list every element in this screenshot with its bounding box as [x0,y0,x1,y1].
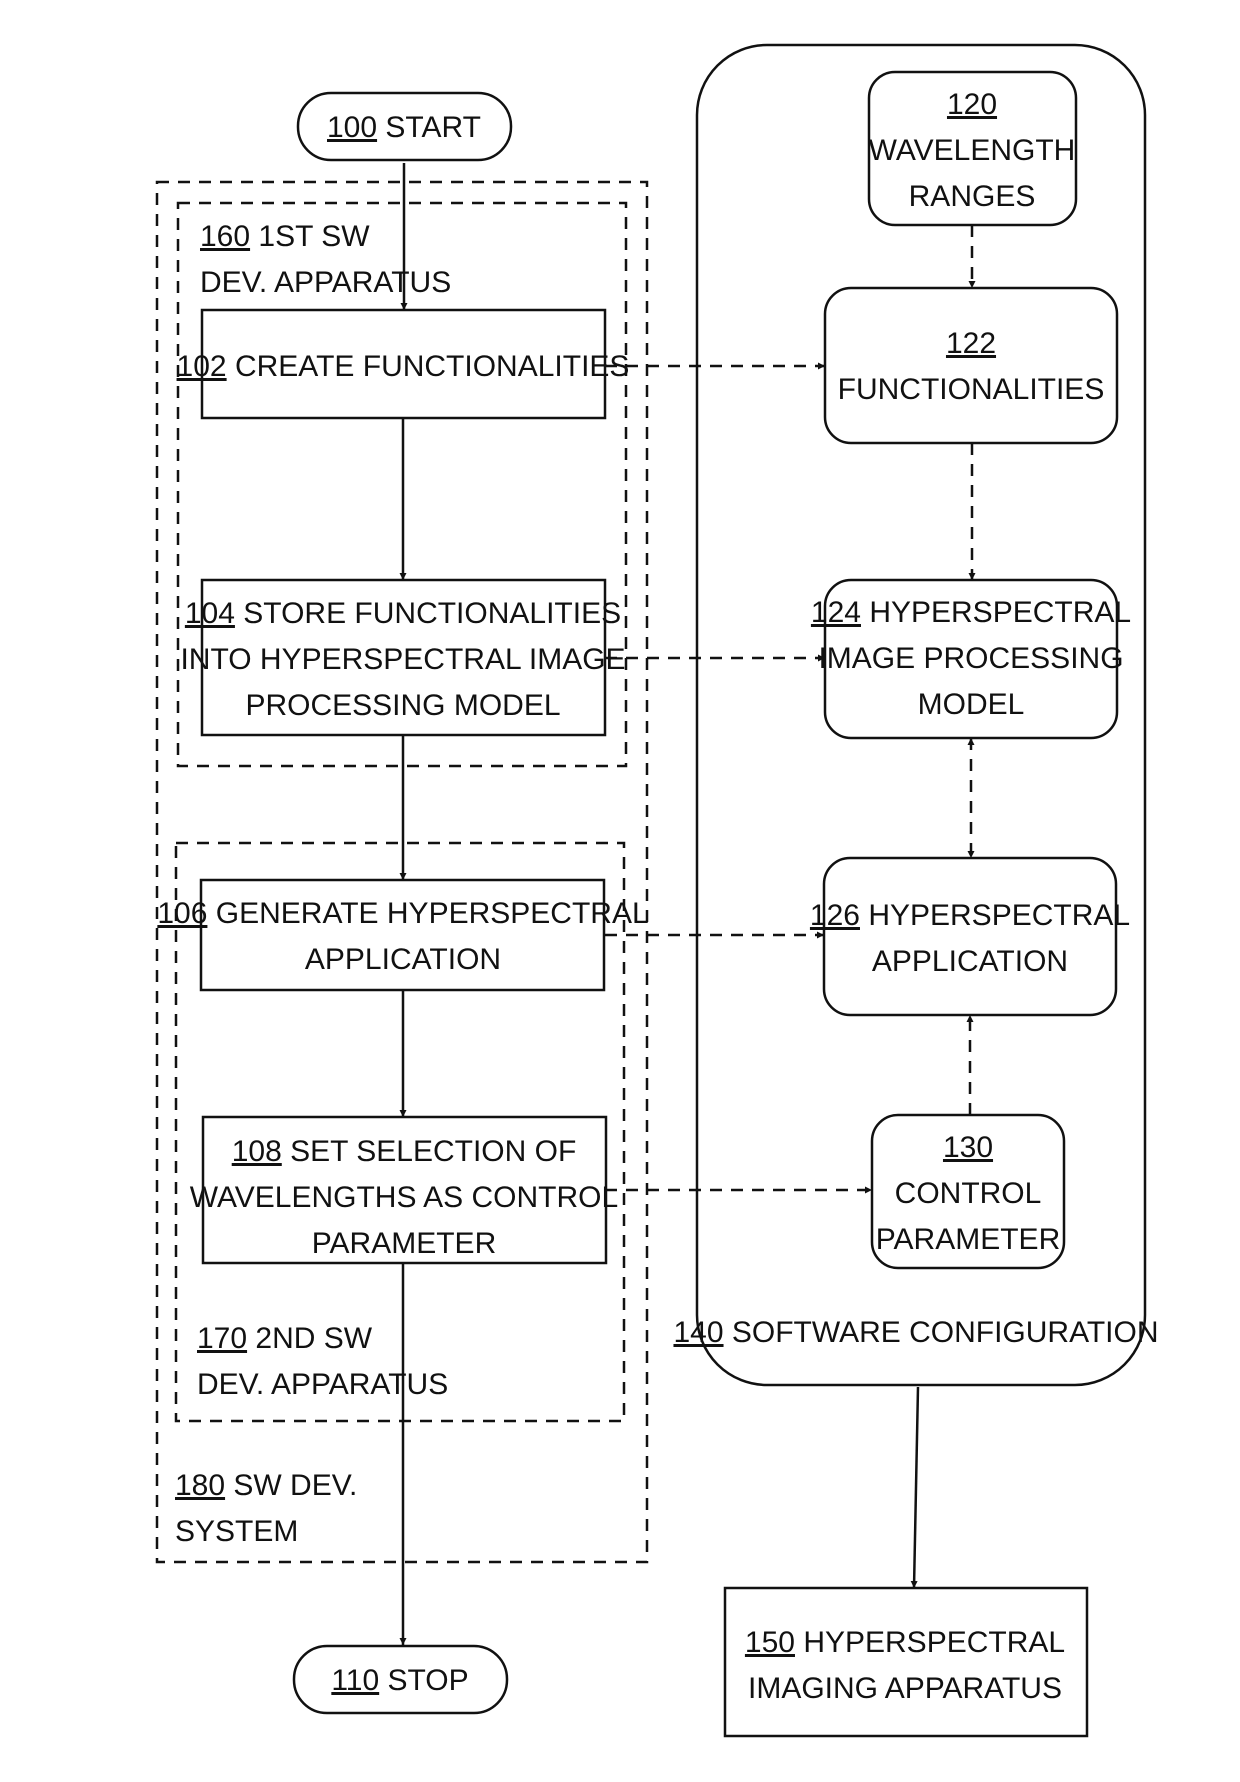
step-106-label-ref: 106 [157,897,207,930]
step-104-label-line: INTO HYPERSPECTRAL IMAGE [180,643,625,676]
step-108-label-line: WAVELENGTHS AS CONTROL [190,1181,618,1214]
item-130-label-line: CONTROL [895,1177,1042,1210]
step-102-label-line: 102 CREATE FUNCTIONALITIES [177,350,630,383]
apparatus-150-label-line: 150 HYPERSPECTRAL [745,1626,1065,1659]
step-106-label-line: APPLICATION [305,943,501,976]
item-122-box [823,286,1119,445]
start-text: START [385,111,481,144]
software-configuration-label-line: 140 SOFTWARE CONFIGURATION [673,1316,1158,1349]
start-label: 100 START [327,111,481,144]
item-126-box [822,856,1118,1017]
item-120-label-line: RANGES [909,180,1036,213]
step-106-label-line: 106 GENERATE HYPERSPECTRAL [157,897,648,930]
item-124-label-line: MODEL [918,688,1025,721]
item-126-label-line: APPLICATION [872,945,1068,978]
start-ref: 100 [327,111,377,144]
group-160-label: 160 1ST SW DEV. APPARATUS [200,220,451,299]
stop-ref: 110 [331,1664,379,1697]
step-104-label-ref: 104 [185,597,235,630]
group-180-label-line: SYSTEM [175,1515,298,1548]
group-180-label: 180 SW DEV. SYSTEM [175,1469,357,1548]
item-130-label-line: 130 [943,1131,993,1164]
step-102-label-ref: 102 [177,350,227,383]
flowchart-canvas: 100 START 110 STOP 102 CREATE FUNCTIONAL… [155,43,1159,1738]
step-108-label-ref: 108 [232,1135,282,1168]
apparatus-150-label-line: IMAGING APPARATUS [748,1672,1062,1705]
item-124-label-line: IMAGE PROCESSING [818,642,1123,675]
group-180-label-ref: 180 [175,1469,225,1502]
stop-label: 110 STOP [331,1664,468,1697]
step-102-label: 102 CREATE FUNCTIONALITIES [177,350,630,383]
step-104-label-line: PROCESSING MODEL [245,689,560,722]
item-122-label-line: 122 [946,327,996,360]
group-170-label-line: 170 2ND SW [197,1322,373,1355]
group-160-label-ref: 160 [200,220,250,253]
step-104-label-line: 104 STORE FUNCTIONALITIES [185,597,621,630]
flow-arrow-140-to-150 [910,1386,920,1589]
group-170-label: 170 2ND SW DEV. APPARATUS [197,1322,448,1401]
software-configuration-label: 140 SOFTWARE CONFIGURATION [673,1316,1158,1349]
apparatus-150-label-ref: 150 [745,1626,795,1659]
item-130-label-ref: 130 [943,1131,993,1164]
item-124-label-ref: 124 [811,596,861,629]
step-108-label-line: 108 SET SELECTION OF [232,1135,577,1168]
step-104-label: 104 STORE FUNCTIONALITIES INTO HYPERSPECT… [180,597,625,722]
group-170-label-ref: 170 [197,1322,247,1355]
item-124-label-line: 124 HYPERSPECTRAL [811,596,1131,629]
item-120-label-ref: 120 [947,88,997,121]
group-160-label-line: 160 1ST SW [200,220,370,253]
step-108-label-line: PARAMETER [312,1227,496,1260]
item-126-label-ref: 126 [810,899,860,932]
item-120-label-line: 120 [947,88,997,121]
group-170-label-line: DEV. APPARATUS [197,1368,448,1401]
stop-text: STOP [388,1664,469,1697]
software-configuration-label-ref: 140 [673,1316,723,1349]
item-122-label-line: FUNCTIONALITIES [838,373,1105,406]
group-180-label-line: 180 SW DEV. [175,1469,357,1502]
item-130-label-line: PARAMETER [876,1223,1060,1256]
item-122-label-ref: 122 [946,327,996,360]
item-120-label-line: WAVELENGTH [869,134,1076,167]
group-160-label-line: DEV. APPARATUS [200,266,451,299]
apparatus-150-box [723,1586,1089,1738]
item-126-label-line: 126 HYPERSPECTRAL [810,899,1130,932]
